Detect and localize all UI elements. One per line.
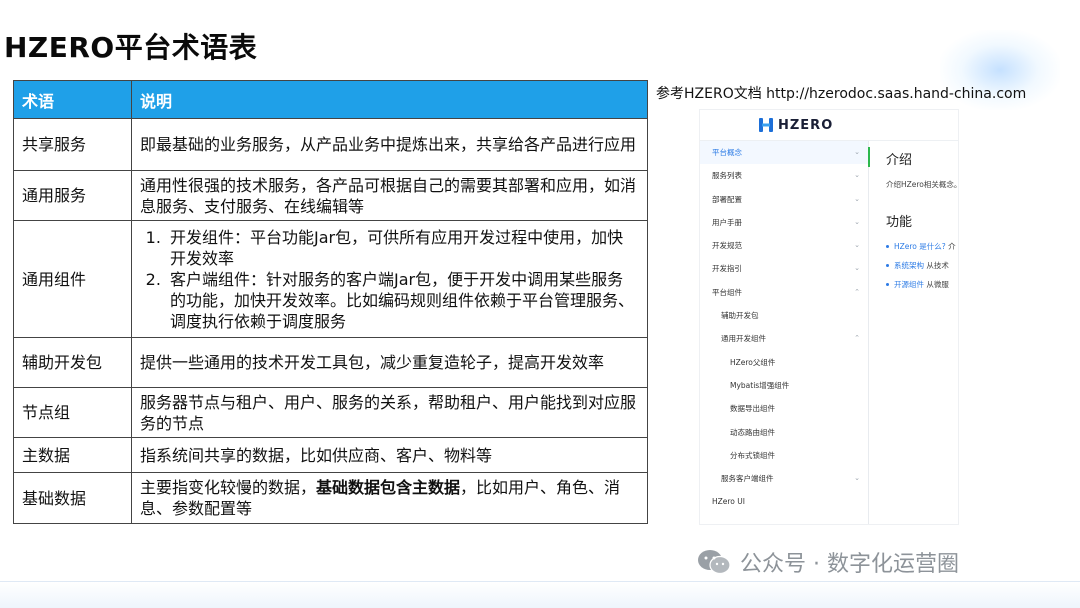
doc-link: HZero 是什么? [894, 242, 946, 251]
list-item: 开源组件 从微服 [886, 275, 956, 294]
description-cell: 主要指变化较慢的数据，基础数据包含主数据，比如用户、角色、消息、参数配置等 [131, 472, 648, 524]
term-cell: 共享服务 [13, 118, 132, 171]
sidebar-item-platform-components: 平台组件 ⌃ [700, 281, 868, 304]
description-cell: 开发组件：平台功能Jar包，可供所有应用开发过程中使用，加快开发效率 客户端组件… [131, 220, 648, 338]
hzero-logo-icon [759, 118, 773, 132]
active-section-indicator [868, 147, 870, 167]
content-heading: 介绍 [886, 153, 913, 168]
sidebar-item-hzero-ui: HZero UI [712, 497, 745, 507]
doc-sidebar: 平台概念 ⌄ 服务列表 ⌄ 部署配置 ⌄ 用户手册 ⌄ 开发规范 ⌄ 开发指引 ⌄ 平台组件… [700, 141, 869, 524]
table-row: 基础数据 主要指变化较慢的数据，基础数据包含主数据，比如用户、角色、消息、参数配… [13, 472, 648, 524]
slide-footer-band [0, 581, 1080, 608]
description-cell: 服务器节点与租户、用户、服务的关系，帮助租户、用户能找到对应服务的节点 [131, 387, 648, 438]
sidebar-item-dynamic-route: 动态路由组件 [730, 427, 775, 437]
column-header-description: 说明 [131, 80, 648, 119]
chevron-down-icon: ⌄ [854, 241, 860, 250]
table-row: 共享服务 即最基础的业务服务，从产品业务中提炼出来，共享给各产品进行应用 [13, 118, 648, 171]
description-cell: 通用性很强的技术服务，各产品可根据自己的需要其部署和应用，如消息服务、支付服务、… [131, 170, 648, 221]
sidebar-item-service-list: 服务列表 ⌄ [700, 164, 868, 187]
sidebar-item-service-client: 服务客户端组件 ⌄ [700, 467, 868, 490]
sidebar-item-distributed-lock: 分布式锁组件 [730, 450, 775, 460]
watermark-text: 公众号 · 数字化运营圈 [740, 552, 959, 577]
content-subheading: 功能 [886, 215, 913, 230]
doc-body: 平台概念 ⌄ 服务列表 ⌄ 部署配置 ⌄ 用户手册 ⌄ 开发规范 ⌄ 开发指引 ⌄ 平台组件… [700, 141, 958, 524]
sidebar-item-hzero-parent: HZero父组件 [730, 357, 776, 367]
hzero-logo: HZERO [758, 117, 833, 133]
terms-table: 术语 说明 共享服务 即最基础的业务服务，从产品业务中提炼出来，共享给各产品进行… [13, 80, 648, 524]
doc-header: HZERO [700, 110, 958, 141]
term-cell: 基础数据 [13, 472, 132, 524]
list-item: 客户端组件：针对服务的客户端Jar包，便于开发中调用某些服务的功能，加快开发效率… [166, 269, 639, 332]
term-cell: 辅助开发包 [13, 337, 132, 388]
component-list: 开发组件：平台功能Jar包，可供所有应用开发过程中使用，加快开发效率 客户端组件… [140, 227, 639, 332]
chevron-up-icon: ⌃ [854, 334, 860, 343]
sidebar-item-dev-kit: 辅助开发包 [721, 311, 759, 321]
chevron-down-icon: ⌄ [854, 264, 860, 273]
logo-text: HZERO [778, 117, 834, 133]
chevron-down-icon: ⌄ [854, 217, 860, 226]
description-cell: 指系统间共享的数据，比如供应商、客户、物料等 [131, 437, 648, 473]
column-header-term: 术语 [13, 80, 132, 119]
list-item: HZero 是什么? 介 [886, 237, 956, 256]
wechat-icon [698, 550, 731, 575]
sidebar-item-dev-standards: 开发规范 ⌄ [700, 234, 868, 257]
sidebar-item-user-manual: 用户手册 ⌄ [700, 211, 868, 234]
table-row: 主数据 指系统间共享的数据，比如供应商、客户、物料等 [13, 437, 648, 473]
sidebar-item-data-export: 数据导出组件 [730, 404, 775, 414]
term-cell: 通用组件 [13, 220, 132, 338]
table-row: 通用组件 开发组件：平台功能Jar包，可供所有应用开发过程中使用，加快开发效率 … [13, 220, 648, 338]
sidebar-item-mybatis: Mybatis增强组件 [730, 380, 790, 390]
chevron-down-icon: ⌄ [854, 194, 860, 203]
description-text: 主要指变化较慢的数据， [140, 478, 317, 497]
table-header-row: 术语 说明 [13, 80, 648, 119]
description-cell: 即最基础的业务服务，从产品业务中提炼出来，共享给各产品进行应用 [131, 118, 648, 171]
term-cell: 主数据 [13, 437, 132, 473]
chevron-up-icon: ⌃ [854, 287, 860, 296]
term-cell: 通用服务 [13, 170, 132, 221]
doc-link: 开源组件 [894, 280, 924, 289]
term-cell: 节点组 [13, 387, 132, 438]
sidebar-item-deployment: 部署配置 ⌄ [700, 188, 868, 211]
list-item: 开发组件：平台功能Jar包，可供所有应用开发过程中使用，加快开发效率 [166, 227, 639, 269]
table-row: 辅助开发包 提供一些通用的技术开发工具包，减少重复造轮子，提高开发效率 [13, 337, 648, 388]
reference-caption: 参考HZERO文档 http://hzerodoc.saas.hand-chin… [656, 86, 1027, 102]
doc-content: 介绍 介绍HZero相关概念。 功能 HZero 是什么? 介 系统架构 从技术… [886, 141, 958, 524]
slide-title: HZERO平台术语表 [4, 31, 258, 64]
content-intro: 介绍HZero相关概念。 [886, 180, 958, 189]
list-item: 系统架构 从技术 [886, 256, 956, 275]
sidebar-item-platform-concepts: 平台概念 ⌄ [700, 141, 868, 165]
sidebar-item-common-components: 通用开发组件 ⌃ [700, 327, 868, 350]
chevron-down-icon: ⌄ [854, 148, 860, 156]
description-emphasis: 基础数据包含主数据 [316, 478, 461, 497]
sidebar-item-dev-guide: 开发指引 ⌄ [700, 257, 868, 280]
watermark: 公众号 · 数字化运营圈 [696, 546, 959, 578]
hzero-doc-screenshot: HZERO 平台概念 ⌄ 服务列表 ⌄ 部署配置 ⌄ 用户手册 ⌄ 开发规范 ⌄ 开发指引… [700, 110, 958, 524]
table-row: 节点组 服务器节点与租户、用户、服务的关系，帮助租户、用户能找到对应服务的节点 [13, 387, 648, 438]
description-cell: 提供一些通用的技术开发工具包，减少重复造轮子，提高开发效率 [131, 337, 648, 388]
chevron-down-icon: ⌄ [854, 474, 860, 483]
chevron-down-icon: ⌄ [854, 171, 860, 180]
doc-link: 系统架构 [894, 261, 924, 270]
content-link-list: HZero 是什么? 介 系统架构 从技术 开源组件 从微服 [886, 237, 956, 294]
table-row: 通用服务 通用性很强的技术服务，各产品可根据自己的需要其部署和应用，如消息服务、… [13, 170, 648, 221]
